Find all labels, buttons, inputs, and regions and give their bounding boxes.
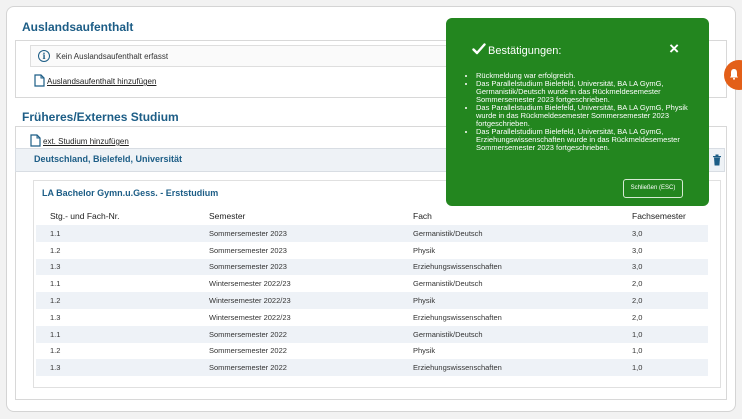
add-studium-link[interactable]: ext. Studium hinzufügen (43, 137, 129, 146)
cell-fachsemester: 2,0 (632, 312, 643, 322)
cell-semester: Wintersemester 2022/23 (195, 292, 399, 309)
cell-fach: Erziehungswissenschaften (399, 359, 618, 377)
table-row: 1.2 Sommersemester 2023 Physik 3,0 (36, 242, 708, 259)
column-header: Semester (209, 210, 246, 221)
table-row: 1.3 Sommersemester 2022 Erziehungswissen… (36, 359, 708, 377)
toast-title: Bestätigungen: (488, 45, 562, 57)
cell-semester: Sommersemester 2023 (209, 245, 287, 255)
cell-fach: Germanistik/Deutsch (413, 279, 483, 289)
toast-message: Das Parallelstudium Bielefeld, Universit… (476, 128, 706, 152)
cell-nr: 1.2 (50, 346, 61, 356)
table-row: 1.1 Sommersemester 2022 Germanistik/Deut… (36, 325, 708, 343)
cell-fachsemester: 3,0 (618, 258, 708, 276)
toast-close-button[interactable]: Schließen (ESC) (623, 179, 683, 198)
confirmation-toast: Bestätigungen: × Rückmeldung war erfolgr… (446, 18, 709, 206)
table-row: 1.1 Sommersemester 2023 Germanistik/Deut… (36, 225, 708, 242)
cell-fachsemester: 1,0 (632, 346, 643, 356)
cell-fachsemester: 1,0 (618, 325, 708, 343)
cell-semester: Sommersemester 2022 (195, 325, 399, 343)
auslandsaufenthalt-title: Auslandsaufenthalt (22, 20, 134, 34)
fach-table: Stg.- und Fach-Nr. Semester Fach Fachsem… (36, 206, 708, 377)
cell-fachsemester: 1,0 (618, 359, 708, 377)
cell-nr: 1.2 (50, 245, 61, 255)
cell-fach: Erziehungswissenschaften (413, 312, 502, 322)
cell-fach: Germanistik/Deutsch (399, 325, 618, 343)
institution-name: Deutschland, Bielefeld, Universität (34, 154, 183, 164)
cell-semester: Wintersemester 2022/23 (209, 312, 291, 322)
cell-fach: Germanistik/Deutsch (399, 225, 618, 242)
trash-icon[interactable] (712, 154, 722, 166)
cell-fach: Physik (413, 245, 436, 255)
cell-fach: Physik (413, 346, 436, 356)
close-icon[interactable]: × (669, 39, 679, 59)
no-abroad-text: Kein Auslandsaufenthalt erfasst (56, 52, 169, 61)
add-document-icon[interactable] (34, 74, 45, 87)
checkmark-icon (472, 43, 486, 55)
info-icon: i (38, 50, 50, 62)
program-title: LA Bachelor Gymn.u.Gess. - Erststudium (42, 188, 219, 198)
cell-nr: 1.2 (36, 292, 195, 309)
add-document-icon[interactable] (30, 134, 41, 147)
studium-title: Früheres/Externes Studium (22, 110, 179, 124)
cell-semester: Wintersemester 2022/23 (209, 279, 291, 289)
cell-fachsemester: 2,0 (618, 292, 708, 309)
cell-semester: Sommersemester 2023 (195, 225, 399, 242)
cell-nr: 1.1 (50, 279, 61, 289)
table-row: 1.2 Wintersemester 2022/23 Physik 2,0 (36, 292, 708, 309)
cell-nr: 1.3 (36, 258, 195, 276)
cell-nr: 1.3 (50, 312, 61, 322)
cell-fach: Erziehungswissenschaften (399, 258, 618, 276)
table-header-row: Stg.- und Fach-Nr. Semester Fach Fachsem… (36, 206, 708, 225)
toast-message-list: Rückmeldung war erfolgreich. Das Paralle… (462, 72, 706, 152)
table-row: 1.1 Wintersemester 2022/23 Germanistik/D… (36, 275, 708, 292)
table-row: 1.2 Sommersemester 2022 Physik 1,0 (36, 343, 708, 360)
cell-semester: Sommersemester 2022 (195, 359, 399, 377)
toast-message: Das Parallelstudium Bielefeld, Universit… (476, 80, 706, 104)
cell-semester: Sommersemester 2023 (195, 258, 399, 276)
cell-fachsemester: 3,0 (632, 245, 643, 255)
toast-message: Das Parallelstudium Bielefeld, Universit… (476, 104, 706, 128)
table-row: 1.3 Wintersemester 2022/23 Erziehungswis… (36, 309, 708, 326)
table-row: 1.3 Sommersemester 2023 Erziehungswissen… (36, 258, 708, 276)
cell-fach: Physik (399, 292, 618, 309)
cell-nr: 1.3 (36, 359, 195, 377)
cell-nr: 1.1 (36, 225, 195, 242)
cell-fachsemester: 2,0 (632, 279, 643, 289)
cell-semester: Sommersemester 2022 (209, 346, 287, 356)
column-header: Fach (413, 210, 432, 221)
bell-icon (730, 69, 738, 80)
add-abroad-link[interactable]: Auslandsaufenthalt hinzufügen (47, 77, 156, 86)
cell-fachsemester: 3,0 (618, 225, 708, 242)
column-header: Fachsemester (632, 210, 686, 221)
column-header: Stg.- und Fach-Nr. (50, 210, 120, 221)
cell-nr: 1.1 (36, 325, 195, 343)
